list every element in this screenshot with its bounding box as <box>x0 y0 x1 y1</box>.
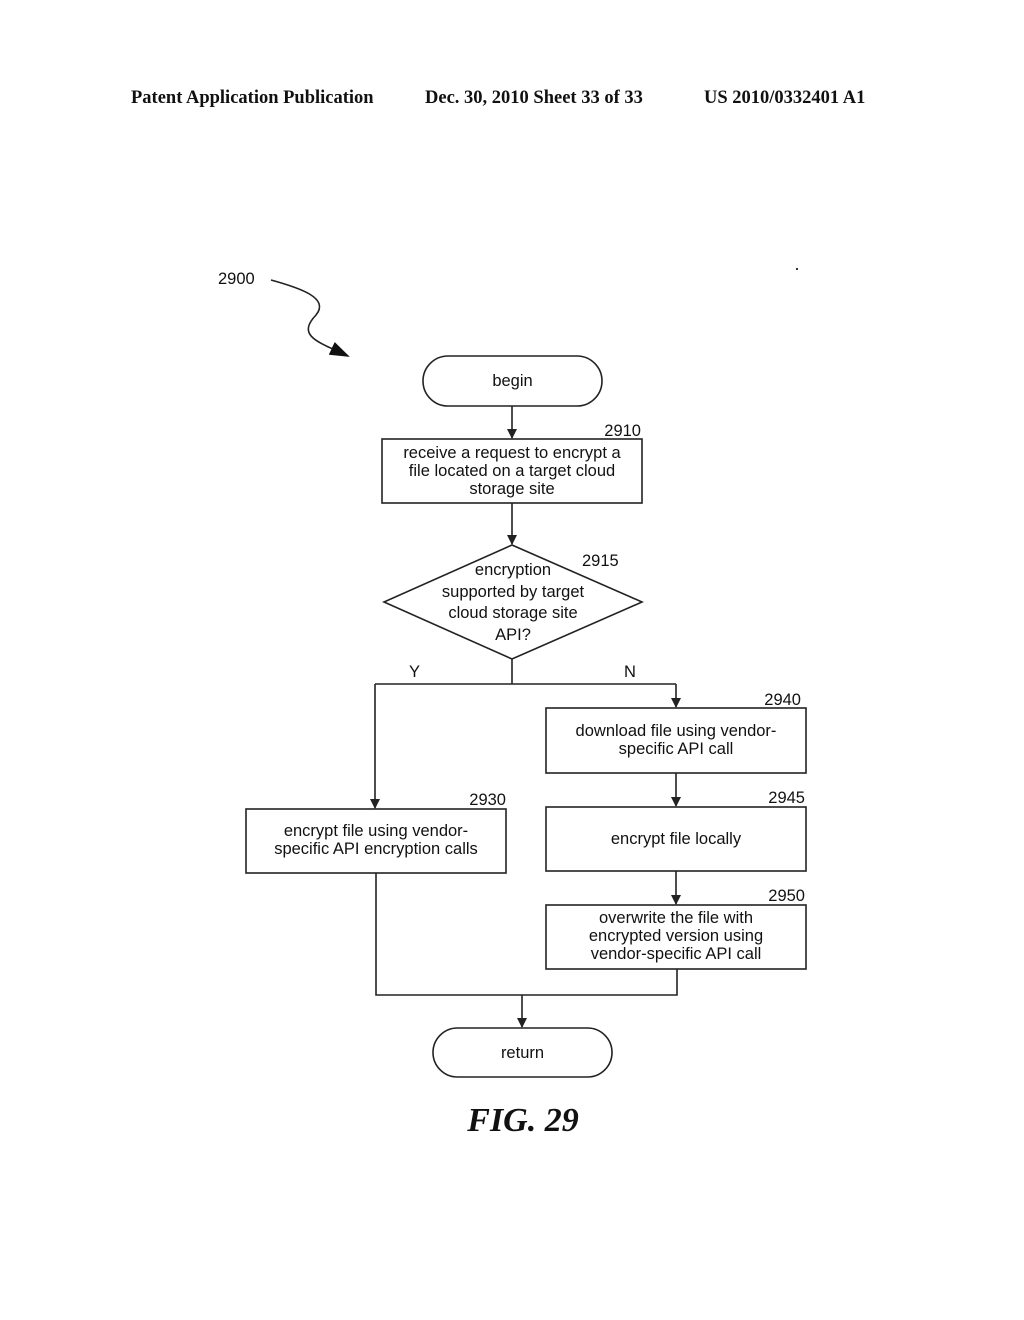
box-2945-line-1: encrypt file locally <box>611 830 742 848</box>
ref-2950: 2950 <box>768 887 805 905</box>
box-2910-line-2: file located on a target cloud <box>409 462 615 480</box>
begin-terminator: begin <box>422 355 603 407</box>
return-label: return <box>501 1044 544 1062</box>
box-2910-line-1: receive a request to encrypt a <box>403 444 621 462</box>
ref-2910: 2910 <box>604 422 641 440</box>
decision-line-1: encryption <box>475 561 551 579</box>
box-2950-line-3: vendor-specific API call <box>591 945 762 963</box>
scan-speck <box>796 268 798 270</box>
begin-label: begin <box>492 372 532 390</box>
box-2940-line-1: download file using vendor- <box>576 722 777 740</box>
branch-no-label: N <box>624 663 636 681</box>
box-2910-line-3: storage site <box>469 480 554 498</box>
box-2950-line-2: encrypted version using <box>589 927 763 945</box>
decision-diamond-2915: 2915 encryption supported by target clou… <box>382 544 644 660</box>
figure-ref-leader-arrow <box>270 279 350 357</box>
ref-2945: 2945 <box>768 789 805 807</box>
box-2950-line-1: overwrite the file with <box>599 909 753 927</box>
decision-line-3: cloud storage site <box>448 604 577 622</box>
figure-ref-label: 2900 <box>218 270 255 288</box>
ref-2930: 2930 <box>469 791 506 809</box>
decision-line-2: supported by target <box>442 583 585 601</box>
figure-caption: FIG. 29 <box>467 1102 579 1139</box>
box-2940-line-2: specific API call <box>619 740 734 758</box>
box-2930-line-1: encrypt file using vendor- <box>284 822 468 840</box>
box-2930-line-2: specific API encryption calls <box>274 840 478 858</box>
decision-line-4: API? <box>495 626 531 644</box>
process-box-2930: 2930 encrypt file using vendor- specific… <box>245 791 507 874</box>
ref-2940: 2940 <box>764 691 801 709</box>
ref-2915: 2915 <box>582 552 619 570</box>
return-terminator: return <box>432 1027 613 1078</box>
branch-yes-label: Y <box>409 663 420 681</box>
